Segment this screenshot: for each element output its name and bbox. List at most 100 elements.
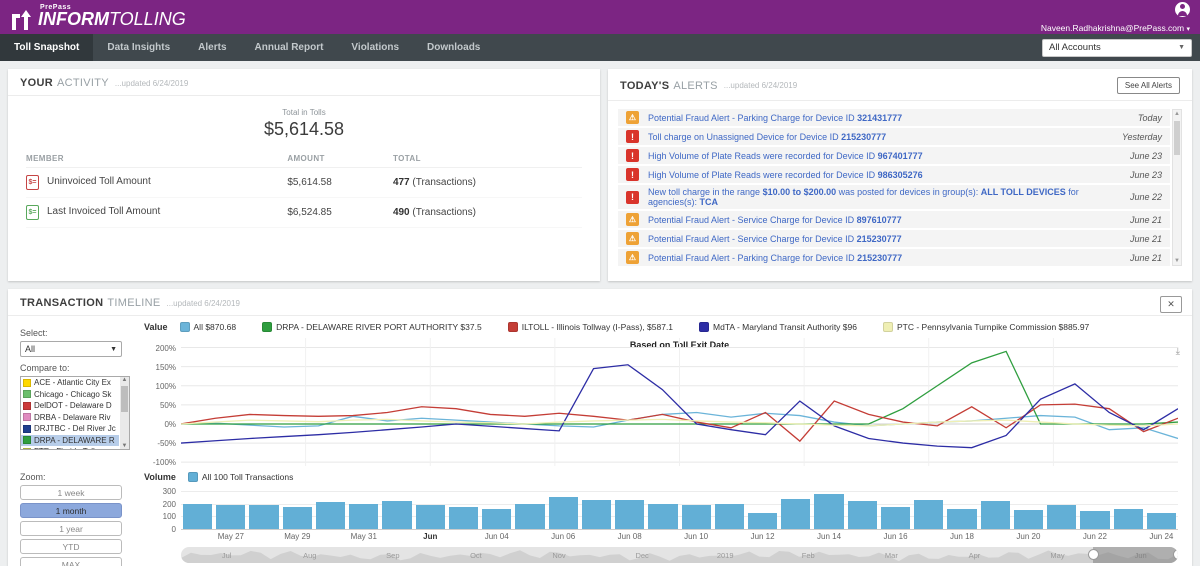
volume-bar[interactable] xyxy=(681,504,711,529)
close-panel-button[interactable]: ✕ xyxy=(1160,296,1182,313)
volume-bar[interactable] xyxy=(415,504,445,529)
x-axis-tick: Jun 06 xyxy=(551,532,576,541)
column-header: MEMBER xyxy=(26,154,64,163)
volume-bar[interactable] xyxy=(714,503,744,529)
panel-title: TRANSACTION xyxy=(20,297,104,309)
user-email-menu[interactable]: Naveen.Radhakrishna@PrePass.com ▾ xyxy=(1041,23,1190,33)
legend-item[interactable]: All 100 Toll Transactions xyxy=(187,472,293,482)
zoom-1-year-button[interactable]: 1 year xyxy=(20,521,122,536)
volume-bar[interactable] xyxy=(1113,508,1143,529)
alert-link[interactable]: Potential Fraud Alert - Parking Charge f… xyxy=(648,253,1122,263)
timeline-controls: Select: All ▼ Compare to: ACE - Atlantic… xyxy=(8,316,136,566)
timeline-navigator[interactable]: Jul Aug Sep Oct Nov Dec 2019 Feb Mar Apr May Jun xyxy=(181,547,1178,563)
accounts-dropdown[interactable]: All Accounts ▼ xyxy=(1042,38,1192,57)
compare-item[interactable]: ACE - Atlantic City Ex xyxy=(21,377,119,389)
volume-bar[interactable] xyxy=(548,497,578,529)
volume-bar[interactable] xyxy=(914,499,944,529)
volume-bar[interactable] xyxy=(847,501,877,529)
agency-select[interactable]: All ▼ xyxy=(20,341,122,357)
navigator-month-label: 2019 xyxy=(716,551,734,560)
scrollbar[interactable]: ▲ ▼ xyxy=(1172,109,1182,266)
legend-item[interactable]: All $870.68 xyxy=(179,322,236,332)
volume-bar[interactable] xyxy=(1146,512,1177,529)
alert-link[interactable]: Toll charge on Unassigned Device for Dev… xyxy=(648,132,1114,142)
brand-logo: PrePass INFORMTOLLING xyxy=(10,4,186,30)
volume-bar[interactable] xyxy=(880,507,911,529)
alert-link[interactable]: Potential Fraud Alert - Parking Charge f… xyxy=(648,113,1130,123)
nav-tab-violations[interactable]: Violations xyxy=(337,34,413,61)
alert-link[interactable]: New toll charge in the range $10.00 to $… xyxy=(648,187,1122,207)
navigator-right-handle[interactable] xyxy=(1173,549,1178,560)
volume-bar[interactable] xyxy=(183,503,213,529)
compare-item[interactable]: DRBA - Delaware Riv xyxy=(21,412,119,424)
alert-link[interactable]: Potential Fraud Alert - Service Charge f… xyxy=(648,234,1122,244)
series-color-swatch xyxy=(262,322,273,332)
zoom-1-week-button[interactable]: 1 week xyxy=(20,485,122,500)
volume-bar[interactable] xyxy=(382,501,412,529)
volume-bar[interactable] xyxy=(947,508,977,529)
volume-bar[interactable] xyxy=(249,504,279,529)
volume-bar[interactable] xyxy=(216,504,246,529)
legend-item[interactable]: ILTOLL - Illinois Tollway (I-Pass), $587… xyxy=(507,322,673,332)
panel-title: TODAY'S xyxy=(620,79,670,92)
volume-bar[interactable] xyxy=(315,502,346,529)
volume-bar[interactable] xyxy=(515,503,545,529)
alert-link[interactable]: High Volume of Plate Reads were recorded… xyxy=(648,151,1122,161)
volume-bar[interactable] xyxy=(980,501,1010,529)
see-all-alerts-button[interactable]: See All Alerts xyxy=(1116,77,1180,94)
user-avatar-icon[interactable] xyxy=(1175,1,1190,17)
legend-item[interactable]: MdTA - Maryland Transit Authority $96 xyxy=(699,322,857,332)
volume-bar[interactable] xyxy=(349,503,379,529)
legend-item[interactable]: PTC - Pennsylvania Turnpike Commission $… xyxy=(882,322,1089,332)
amount-cell: $6,524.85 xyxy=(287,207,332,218)
compare-item[interactable]: Chicago - Chicago Sk xyxy=(21,389,119,401)
zoom-1-month-button[interactable]: 1 month xyxy=(20,503,122,518)
chevron-down-icon: ▾ xyxy=(1186,25,1190,33)
nav-tab-alerts[interactable]: Alerts xyxy=(184,34,240,61)
compare-item[interactable]: DRPA - DELAWARE R xyxy=(21,434,119,446)
zoom-ytd-button[interactable]: YTD xyxy=(20,539,122,554)
y-axis-tick: 150% xyxy=(155,362,176,372)
total-cell: 490 (Transactions) xyxy=(392,207,476,218)
volume-bar[interactable] xyxy=(1013,510,1044,529)
volume-bar[interactable] xyxy=(781,498,811,529)
x-axis-tick: May 29 xyxy=(284,532,311,541)
zoom-max-button[interactable]: MAX xyxy=(20,557,122,566)
volume-bar[interactable] xyxy=(448,507,479,529)
x-axis-tick: Jun 10 xyxy=(684,532,709,541)
compare-item-label: FTE - Florida Tolls xyxy=(34,447,99,449)
volume-bar[interactable] xyxy=(282,507,312,529)
legend-title: Volume xyxy=(144,472,176,482)
volume-bar[interactable] xyxy=(648,503,678,529)
volume-bar[interactable] xyxy=(581,499,612,529)
compare-item[interactable]: FTE - Florida Tolls xyxy=(21,446,119,449)
legend-item[interactable]: DRPA - DELAWARE RIVER PORT AUTHORITY $37… xyxy=(262,322,482,332)
volume-bar[interactable] xyxy=(1080,511,1110,529)
table-row[interactable]: $= Uninvoiced Toll Amount $5,614.58 477 (Tr… xyxy=(26,168,582,198)
series-color-swatch xyxy=(882,322,893,332)
series-color-swatch xyxy=(23,401,31,410)
compare-to-listbox[interactable]: ACE - Atlantic City Ex Chicago - Chicago … xyxy=(20,376,130,450)
table-row[interactable]: $= Last Invoiced Toll Amount $6,524.85 490 … xyxy=(26,198,582,228)
scrollbar[interactable]: ▲ ▼ xyxy=(120,377,129,449)
nav-tab-downloads[interactable]: Downloads xyxy=(413,34,494,61)
volume-bar-chart[interactable]: 300 200 100 0 xyxy=(163,486,1178,534)
invoice-icon: $= xyxy=(26,205,39,220)
navigator-selected-range[interactable] xyxy=(1093,547,1178,563)
nav-tab-toll-snapshot[interactable]: Toll Snapshot xyxy=(0,34,94,61)
volume-bar[interactable] xyxy=(747,512,778,529)
nav-tab-data-insights[interactable]: Data Insights xyxy=(93,34,184,61)
value-line-chart[interactable]: Based on Toll Exit Date 200% 150% 100% 50% 0… xyxy=(153,338,1178,467)
alert-row: ! High Volume of Plate Reads were recorde… xyxy=(618,147,1170,164)
compare-item[interactable]: DRJTBC - Del River Jc xyxy=(21,423,119,435)
compare-item[interactable]: DelDOT - Delaware D xyxy=(21,400,119,412)
updated-timestamp: ...updated 6/24/2019 xyxy=(114,78,189,88)
x-axis-tick: May 31 xyxy=(350,532,377,541)
volume-bar[interactable] xyxy=(1047,504,1077,529)
volume-bar[interactable] xyxy=(482,508,512,529)
alert-link[interactable]: Potential Fraud Alert - Service Charge f… xyxy=(648,215,1122,225)
alert-link[interactable]: High Volume of Plate Reads were recorded… xyxy=(648,170,1122,180)
volume-bar[interactable] xyxy=(814,493,844,529)
volume-bar[interactable] xyxy=(615,499,645,529)
nav-tab-annual-report[interactable]: Annual Report xyxy=(241,34,338,61)
